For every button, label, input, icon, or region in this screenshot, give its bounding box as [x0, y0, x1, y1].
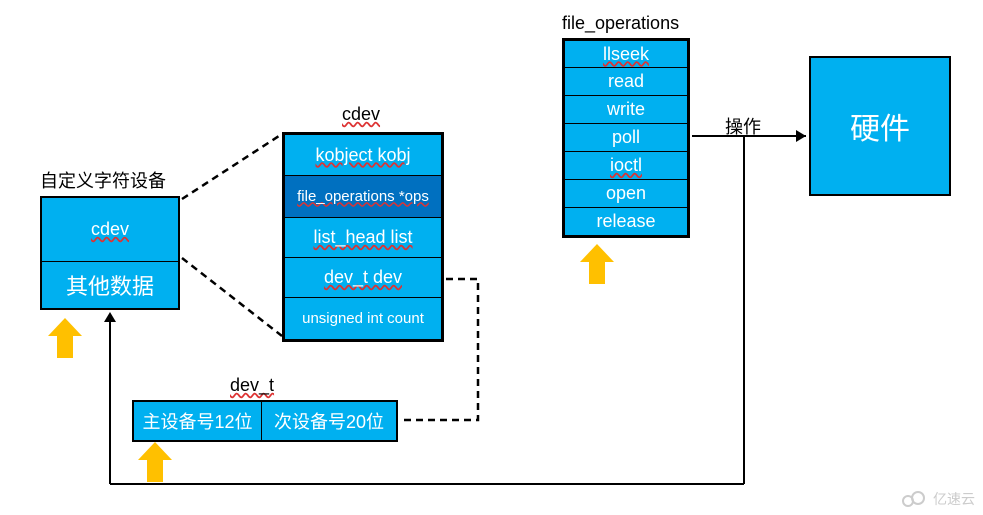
fops-open: open	[564, 180, 688, 208]
cdev-row-devt: dev_t dev	[284, 258, 442, 298]
custom-device-box: cdev 其他数据	[40, 196, 180, 310]
custom-device-row-cdev: cdev	[42, 198, 178, 262]
fops-read: read	[564, 68, 688, 96]
arrow-icon	[138, 442, 172, 482]
devt-minor: 次设备号20位	[262, 402, 396, 440]
custom-device-title: 自定义字符设备	[40, 167, 166, 193]
devt-title: dev_t	[230, 375, 274, 396]
cdev-row-count: unsigned int count	[284, 298, 442, 340]
cdev-title: cdev	[342, 104, 380, 125]
custom-device-row-other: 其他数据	[42, 262, 178, 308]
fops-llseek: llseek	[564, 40, 688, 68]
watermark: 亿速云	[901, 489, 975, 509]
cdev-row-list: list_head list	[284, 218, 442, 258]
hardware-box: 硬件	[809, 56, 951, 196]
cdev-struct-box: kobject kobj file_operations *ops list_h…	[282, 132, 444, 342]
fops-poll: poll	[564, 124, 688, 152]
fops-write: write	[564, 96, 688, 124]
fops-title: file_operations	[562, 13, 679, 34]
op-label: 操作	[725, 113, 761, 139]
fops-ioctl: ioctl	[564, 152, 688, 180]
watermark-text: 亿速云	[933, 489, 975, 509]
fops-release: release	[564, 208, 688, 236]
devt-box: 主设备号12位 次设备号20位	[132, 400, 398, 442]
cdev-row-fops: file_operations *ops	[284, 176, 442, 218]
arrow-icon	[580, 244, 614, 284]
fops-box: llseek read write poll ioctl open releas…	[562, 38, 690, 238]
arrow-icon	[48, 318, 82, 358]
devt-major: 主设备号12位	[134, 402, 262, 440]
cdev-row-kobj: kobject kobj	[284, 134, 442, 176]
